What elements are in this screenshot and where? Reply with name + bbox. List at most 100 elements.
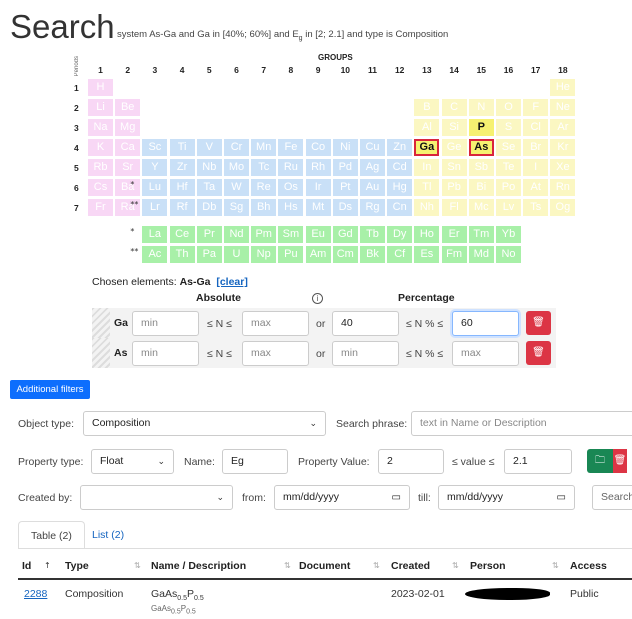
element-te[interactable]: Te bbox=[496, 159, 521, 176]
element-o[interactable]: O bbox=[496, 99, 521, 116]
till-date-input[interactable]: mm/dd/yyyy ▭ bbox=[438, 485, 575, 510]
object-type-select[interactable]: Composition ⌄ bbox=[83, 411, 326, 436]
element-cl[interactable]: Cl bbox=[523, 119, 549, 136]
element-c[interactable]: C bbox=[441, 99, 467, 116]
row-id-link[interactable]: 2288 bbox=[24, 588, 47, 600]
element-n[interactable]: N bbox=[468, 99, 494, 116]
element-ce[interactable]: Ce bbox=[169, 226, 195, 243]
element-pb[interactable]: Pb bbox=[441, 179, 467, 196]
element-b[interactable]: B bbox=[414, 99, 440, 116]
element-ta[interactable]: Ta bbox=[196, 179, 222, 196]
element-db[interactable]: Db bbox=[196, 199, 222, 216]
element-y[interactable]: Y bbox=[142, 159, 168, 176]
element-v[interactable]: V bbox=[196, 139, 222, 156]
property-value-min-input[interactable]: 2 bbox=[378, 449, 444, 474]
element-ar[interactable]: Ar bbox=[550, 119, 576, 136]
add-property-button[interactable]: 🗀 bbox=[587, 449, 613, 473]
element-rg[interactable]: Rg bbox=[360, 199, 385, 216]
element-tb[interactable]: Tb bbox=[360, 226, 385, 243]
pct-min-input[interactable]: 40 bbox=[332, 311, 399, 336]
sort-icon[interactable]: ⇅ bbox=[552, 561, 559, 570]
element-mc[interactable]: Mc bbox=[468, 199, 494, 216]
element-nb[interactable]: Nb bbox=[196, 159, 222, 176]
abs-min-input[interactable]: min bbox=[132, 341, 199, 366]
from-date-input[interactable]: mm/dd/yyyy ▭ bbox=[274, 485, 410, 510]
element-i[interactable]: I bbox=[523, 159, 549, 176]
element-ga[interactable]: Ga bbox=[414, 139, 440, 156]
element-ir[interactable]: Ir bbox=[305, 179, 331, 196]
element-al[interactable]: Al bbox=[414, 119, 440, 136]
element-es[interactable]: Es bbox=[414, 246, 440, 263]
element-ds[interactable]: Ds bbox=[332, 199, 358, 216]
element-nd[interactable]: Nd bbox=[224, 226, 249, 243]
element-ca[interactable]: Ca bbox=[115, 139, 141, 156]
tab-list[interactable]: List (2) bbox=[80, 521, 136, 549]
element-as[interactable]: As bbox=[468, 139, 494, 156]
element-p[interactable]: P bbox=[468, 119, 494, 136]
created-by-select[interactable]: ⌄ bbox=[80, 485, 233, 510]
remove-property-button[interactable]: 🗑 bbox=[613, 449, 627, 473]
info-icon[interactable]: i bbox=[312, 293, 323, 304]
element-er[interactable]: Er bbox=[441, 226, 467, 243]
element-au[interactable]: Au bbox=[360, 179, 385, 196]
element-ge[interactable]: Ge bbox=[441, 139, 467, 156]
element-bk[interactable]: Bk bbox=[360, 246, 385, 263]
drag-handle[interactable] bbox=[92, 338, 110, 368]
element-ts[interactable]: Ts bbox=[523, 199, 549, 216]
element-eu[interactable]: Eu bbox=[305, 226, 331, 243]
sort-icon[interactable]: ⇅ bbox=[373, 561, 380, 570]
element-at[interactable]: At bbox=[523, 179, 549, 196]
element-rf[interactable]: Rf bbox=[169, 199, 195, 216]
col-created[interactable]: Created bbox=[391, 560, 430, 572]
element-sn[interactable]: Sn bbox=[441, 159, 467, 176]
element-no[interactable]: No bbox=[496, 246, 521, 263]
element-og[interactable]: Og bbox=[550, 199, 576, 216]
element-lr[interactable]: Lr bbox=[142, 199, 168, 216]
element-tl[interactable]: Tl bbox=[414, 179, 440, 196]
element-na[interactable]: Na bbox=[88, 119, 113, 136]
col-access[interactable]: Access bbox=[570, 560, 607, 572]
element-f[interactable]: F bbox=[523, 99, 549, 116]
element-gd[interactable]: Gd bbox=[332, 226, 358, 243]
element-th[interactable]: Th bbox=[169, 246, 195, 263]
element-zn[interactable]: Zn bbox=[387, 139, 413, 156]
element-kr[interactable]: Kr bbox=[550, 139, 576, 156]
element-fl[interactable]: Fl bbox=[441, 199, 467, 216]
element-ag[interactable]: Ag bbox=[360, 159, 385, 176]
element-la[interactable]: La bbox=[142, 226, 168, 243]
element-ni[interactable]: Ni bbox=[332, 139, 358, 156]
element-dy[interactable]: Dy bbox=[387, 226, 413, 243]
sort-icon[interactable]: ⇅ bbox=[452, 561, 459, 570]
element-li[interactable]: Li bbox=[88, 99, 113, 116]
col-id[interactable]: Id bbox=[22, 560, 31, 572]
element-sb[interactable]: Sb bbox=[468, 159, 494, 176]
col-type[interactable]: Type bbox=[65, 560, 89, 572]
pct-max-input[interactable]: 60 bbox=[452, 311, 519, 336]
element-k[interactable]: K bbox=[88, 139, 113, 156]
element-pu[interactable]: Pu bbox=[278, 246, 304, 263]
element-hs[interactable]: Hs bbox=[278, 199, 304, 216]
element-pd[interactable]: Pd bbox=[332, 159, 358, 176]
element-mo[interactable]: Mo bbox=[224, 159, 249, 176]
row-name[interactable]: GaAs0.5P0.5 bbox=[151, 588, 204, 602]
sort-asc-icon[interactable]: ↑ bbox=[44, 561, 51, 570]
element-cd[interactable]: Cd bbox=[387, 159, 413, 176]
element-fr[interactable]: Fr bbox=[88, 199, 113, 216]
element-zr[interactable]: Zr bbox=[169, 159, 195, 176]
element-bh[interactable]: Bh bbox=[251, 199, 277, 216]
element-rh[interactable]: Rh bbox=[305, 159, 331, 176]
element-be[interactable]: Be bbox=[115, 99, 141, 116]
element-h[interactable]: H bbox=[88, 79, 113, 96]
additional-filters-button[interactable]: Additional filters bbox=[10, 380, 90, 399]
element-bi[interactable]: Bi bbox=[468, 179, 494, 196]
element-fe[interactable]: Fe bbox=[278, 139, 304, 156]
clear-link[interactable]: [clear] bbox=[216, 276, 248, 288]
property-type-select[interactable]: Float ⌄ bbox=[91, 449, 174, 474]
element-am[interactable]: Am bbox=[305, 246, 331, 263]
element-mg[interactable]: Mg bbox=[115, 119, 141, 136]
element-sr[interactable]: Sr bbox=[115, 159, 141, 176]
element-pm[interactable]: Pm bbox=[251, 226, 277, 243]
element-pa[interactable]: Pa bbox=[196, 246, 222, 263]
tab-table[interactable]: Table (2) bbox=[18, 521, 85, 549]
element-ho[interactable]: Ho bbox=[414, 226, 440, 243]
